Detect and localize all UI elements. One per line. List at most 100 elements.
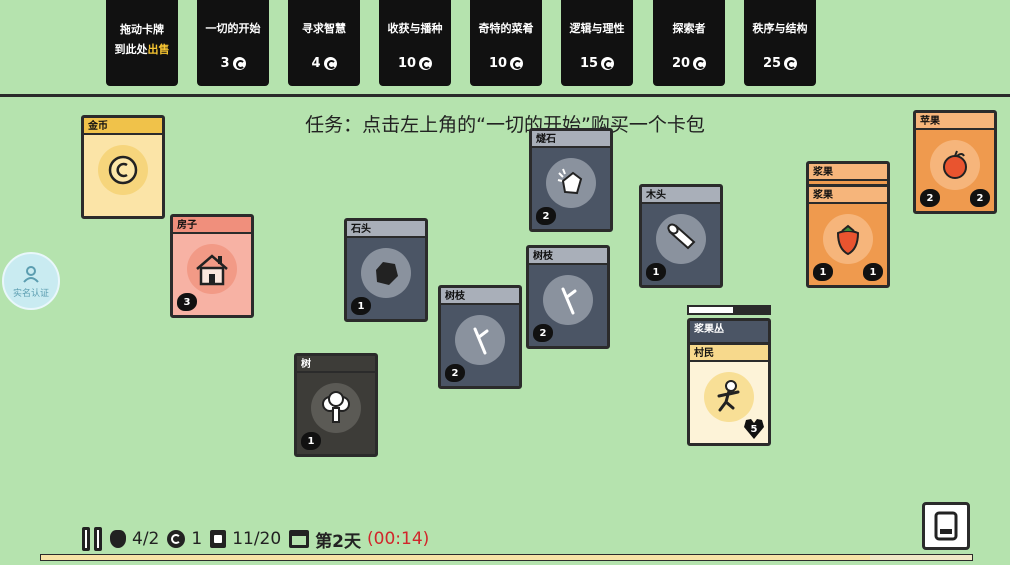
food-value: 4/2 <box>132 529 160 549</box>
pack-beginning[interactable]: 一切的开始 3 <box>197 0 269 86</box>
pause-button[interactable] <box>82 527 102 551</box>
food-status: 4/2 <box>110 529 159 549</box>
status-bar: 4/2 1 11/20 第2天 (00:14) <box>82 525 429 553</box>
card-count: 1 <box>351 297 371 315</box>
bush-progress-fill <box>689 307 733 313</box>
day-progress-fill <box>41 555 870 560</box>
villager-icon <box>704 372 754 422</box>
day-timer: (00:14) <box>367 529 430 549</box>
card-house[interactable]: 房子 3 <box>170 214 254 318</box>
coin-icon <box>419 57 433 70</box>
card-berry[interactable]: 浆果 1 1 <box>806 184 890 288</box>
card-count: 2 <box>536 207 556 225</box>
coin-status: 1 <box>167 529 202 549</box>
tree-icon <box>311 383 361 433</box>
card-villager[interactable]: 村民 5 <box>687 342 771 446</box>
pack-cost: 4 <box>311 56 321 71</box>
person-icon <box>23 265 39 283</box>
card-count: 3 <box>177 293 197 311</box>
verify-button[interactable]: 实名认证 <box>2 252 60 310</box>
stone-icon <box>361 248 411 298</box>
pack-cost: 25 <box>762 56 782 71</box>
card-count-left: 2 <box>920 189 940 207</box>
card-wood[interactable]: 木头 1 <box>639 184 723 288</box>
book-icon <box>934 511 958 541</box>
card-title: 石头 <box>347 221 425 238</box>
card-title: 村民 <box>690 345 768 362</box>
pack-name: 逻辑与理性 <box>569 22 625 35</box>
coin-icon <box>98 145 148 195</box>
day-progress-bar <box>40 554 973 561</box>
card-title: 燧石 <box>532 131 610 148</box>
card-count: 1 <box>646 263 666 281</box>
card-status: 11/20 <box>210 529 281 549</box>
pack-name: 秩序与结构 <box>752 22 808 35</box>
coin-icon <box>693 57 707 70</box>
coin-icon <box>510 57 524 70</box>
card-stone[interactable]: 石头 1 <box>344 218 428 322</box>
pack-cost: 15 <box>579 56 599 71</box>
coin-icon <box>323 57 337 70</box>
coin-icon <box>601 57 615 70</box>
coin-icon <box>167 530 186 548</box>
card-coin[interactable]: 金币 <box>81 115 165 219</box>
card-title: 浆果丛 <box>690 321 768 338</box>
log-icon <box>656 214 706 264</box>
card-tree[interactable]: 树 1 <box>294 353 378 457</box>
card-count-right: 2 <box>970 189 990 207</box>
strawberry-icon <box>823 214 873 264</box>
card-count-left: 1 <box>813 263 833 281</box>
card-count: 1 <box>301 432 321 450</box>
verify-label: 实名认证 <box>12 288 49 299</box>
card-branch[interactable]: 树枝 2 <box>438 285 522 389</box>
pack-explorer[interactable]: 探索者 20 <box>653 0 725 86</box>
pack-dishes[interactable]: 奇特的菜肴 10 <box>470 0 542 86</box>
card-title: 房子 <box>173 217 251 234</box>
flint-icon <box>546 158 596 208</box>
card-value: 11/20 <box>232 529 282 549</box>
pack-cost: 20 <box>671 56 691 71</box>
sell-zone[interactable]: 拖动卡牌 到此处出售 <box>106 0 178 86</box>
house-icon <box>187 244 237 294</box>
stick-icon <box>543 275 593 325</box>
health-heart: 5 <box>744 419 764 439</box>
pack-name: 奇特的菜肴 <box>478 22 534 35</box>
card-count: 2 <box>533 324 553 342</box>
coin-value: 1 <box>191 529 203 549</box>
pack-name: 寻求智慧 <box>302 22 346 35</box>
card-title: 树枝 <box>441 288 519 305</box>
card-title: 树枝 <box>529 248 607 265</box>
card-branch[interactable]: 树枝 2 <box>526 245 610 349</box>
card-flint[interactable]: 燧石 2 <box>529 128 613 232</box>
card-title: 浆果 <box>809 187 887 204</box>
pack-name: 一切的开始 <box>205 22 261 35</box>
sell-line-2: 到此处 <box>114 43 148 56</box>
day-label: 第2天 <box>315 531 362 552</box>
bush-progress-bar <box>687 305 771 315</box>
card-icon <box>210 530 227 548</box>
coin-icon <box>232 57 246 70</box>
card-count: 2 <box>445 364 465 382</box>
sell-line-1: 拖动卡牌 <box>120 23 164 36</box>
apple-icon <box>930 140 980 190</box>
shop-divider <box>0 94 1010 97</box>
pack-wisdom[interactable]: 寻求智慧 4 <box>288 0 360 86</box>
pack-name: 探索者 <box>672 22 706 35</box>
pack-harvest[interactable]: 收获与播种 10 <box>379 0 451 86</box>
pack-cost: 10 <box>488 56 508 71</box>
pack-order[interactable]: 秩序与结构 25 <box>744 0 816 86</box>
card-apple[interactable]: 苹果 2 2 <box>913 110 997 214</box>
pack-cost: 10 <box>397 56 417 71</box>
card-title: 浆果 <box>809 164 887 181</box>
card-title: 金币 <box>84 118 162 135</box>
coin-icon <box>784 57 798 70</box>
card-deck-button[interactable] <box>922 502 970 550</box>
card-title: 木头 <box>642 187 720 204</box>
card-title: 树 <box>297 356 375 373</box>
pack-logic[interactable]: 逻辑与理性 15 <box>561 0 633 86</box>
pack-name: 收获与播种 <box>387 22 443 35</box>
pack-cost: 3 <box>220 56 230 71</box>
card-title: 苹果 <box>916 113 994 130</box>
calendar-icon <box>289 530 310 548</box>
card-count-right: 1 <box>863 263 883 281</box>
